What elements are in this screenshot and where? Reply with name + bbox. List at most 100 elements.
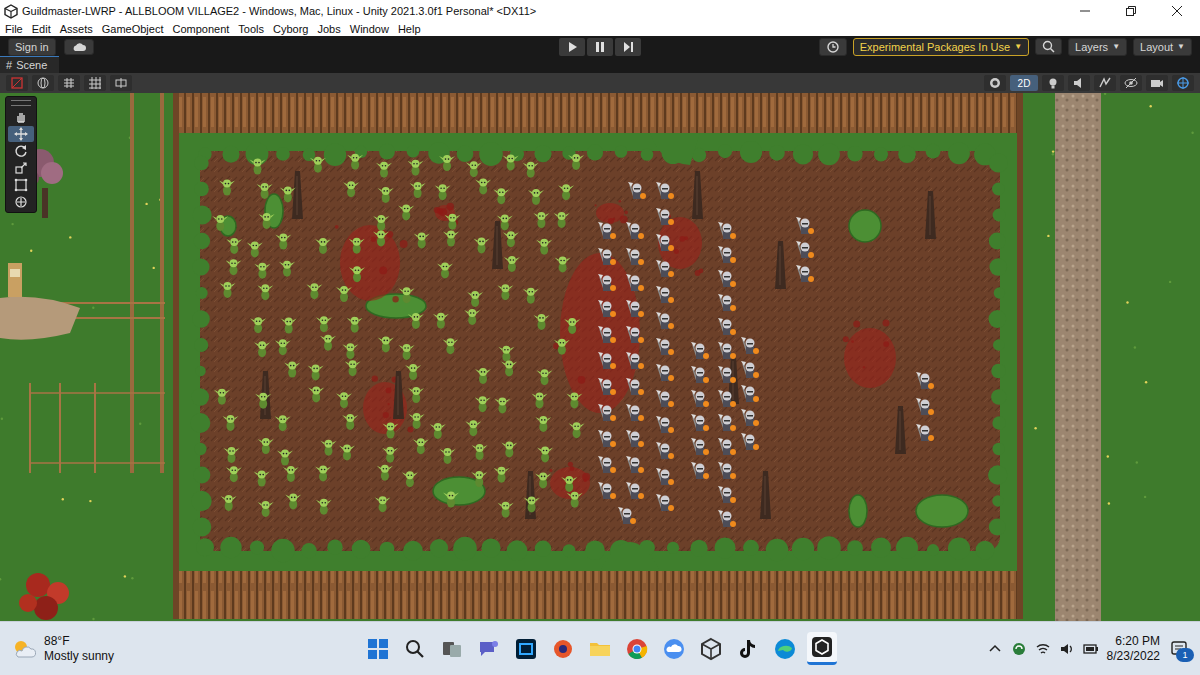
goblin[interactable] [224,447,240,463]
wifi-tray-button[interactable] [1035,641,1051,657]
soldier[interactable] [656,312,674,329]
notifications-button[interactable]: 1 [1168,638,1190,660]
maximize-button[interactable] [1108,0,1154,22]
goblin[interactable] [504,256,520,272]
search-taskbar-button[interactable] [400,634,430,664]
sync-tray-button[interactable] [1011,641,1027,657]
goblin[interactable] [566,393,582,409]
soldier[interactable] [718,462,736,479]
menu-item[interactable]: Cyborg [273,22,308,36]
chevron-up-tray-button[interactable] [987,641,1003,657]
goblin[interactable] [409,413,425,429]
goblin[interactable] [471,471,487,487]
goblin[interactable] [399,344,415,360]
goblin[interactable] [501,441,517,457]
goblin[interactable] [349,266,365,282]
soldier[interactable] [796,217,814,234]
goblin[interactable] [275,415,291,431]
goblin[interactable] [283,466,299,482]
soldier[interactable] [598,456,616,473]
goblin[interactable] [535,472,551,488]
goblin[interactable] [414,232,430,248]
goblin[interactable] [336,286,352,302]
soldier[interactable] [656,286,674,303]
browser-app-taskbar-button[interactable] [548,634,578,664]
goblin[interactable] [465,420,481,436]
soldier[interactable] [626,326,644,343]
goblin[interactable] [377,465,393,481]
goblin[interactable] [443,492,459,508]
goblin[interactable] [281,318,297,334]
sign-in-button[interactable]: Sign in [8,38,56,56]
goblin[interactable] [408,160,424,176]
goblin[interactable] [408,313,424,329]
goblin[interactable] [214,389,230,405]
goblin[interactable] [405,364,421,380]
soldier[interactable] [598,248,616,265]
goblin[interactable] [467,291,483,307]
soldier[interactable] [691,462,709,479]
goblin[interactable] [475,368,491,384]
soldier[interactable] [598,430,616,447]
snap-button[interactable] [110,75,132,91]
lighting-button[interactable] [1042,75,1064,91]
goblin[interactable] [373,215,389,231]
goblin[interactable] [257,284,273,300]
goblin[interactable] [320,335,336,351]
goblin[interactable] [413,438,429,454]
goblin[interactable] [284,362,300,378]
goblin[interactable] [534,314,550,330]
goblin[interactable] [342,414,358,430]
soldier[interactable] [656,208,674,225]
soldier[interactable] [598,274,616,291]
experimental-packages-button[interactable]: Experimental Packages In Use▼ [853,38,1029,56]
menu-item[interactable]: Help [398,22,421,36]
menu-item[interactable]: Edit [32,22,51,36]
goblin[interactable] [475,179,491,195]
soldier[interactable] [598,352,616,369]
soldier[interactable] [656,234,674,251]
goblin[interactable] [308,364,324,380]
menu-item[interactable]: Component [172,22,229,36]
soldier[interactable] [741,361,759,378]
grid-button[interactable] [84,75,106,91]
soldier[interactable] [628,182,646,199]
tool-button[interactable] [8,160,34,176]
goblin[interactable] [528,189,544,205]
history-button[interactable] [819,38,847,56]
goblin[interactable] [536,239,552,255]
goblin[interactable] [398,205,414,221]
goblin[interactable] [376,162,392,178]
soldier[interactable] [718,222,736,239]
goblin[interactable] [561,476,577,492]
scene-view[interactable] [0,93,1200,621]
soldier[interactable] [718,414,736,431]
goblin[interactable] [221,495,237,511]
soldier[interactable] [718,318,736,335]
goblin[interactable] [466,161,482,177]
goblin[interactable] [279,261,295,277]
goblin[interactable] [410,182,426,198]
soldier[interactable] [618,507,636,524]
soldier[interactable] [656,442,674,459]
chat-taskbar-button[interactable] [474,634,504,664]
shading-button[interactable] [6,75,28,91]
goblin[interactable] [321,440,337,456]
goblin[interactable] [442,338,458,354]
soldier[interactable] [718,438,736,455]
goblin[interactable] [247,242,263,258]
unity-taskbar-button[interactable] [807,632,837,665]
chrome-taskbar-button[interactable] [622,634,652,664]
soldier[interactable] [718,270,736,287]
goblin[interactable] [532,392,548,408]
menu-item[interactable]: Tools [238,22,264,36]
photoshop-taskbar-button[interactable] [511,634,541,664]
goblin[interactable] [347,154,363,170]
goblin[interactable] [408,387,424,403]
goblin[interactable] [498,502,514,518]
goblin[interactable] [523,288,539,304]
goblin[interactable] [569,422,585,438]
menu-item[interactable]: Jobs [318,22,341,36]
step-button[interactable] [615,38,641,56]
tool-button[interactable] [8,126,34,142]
